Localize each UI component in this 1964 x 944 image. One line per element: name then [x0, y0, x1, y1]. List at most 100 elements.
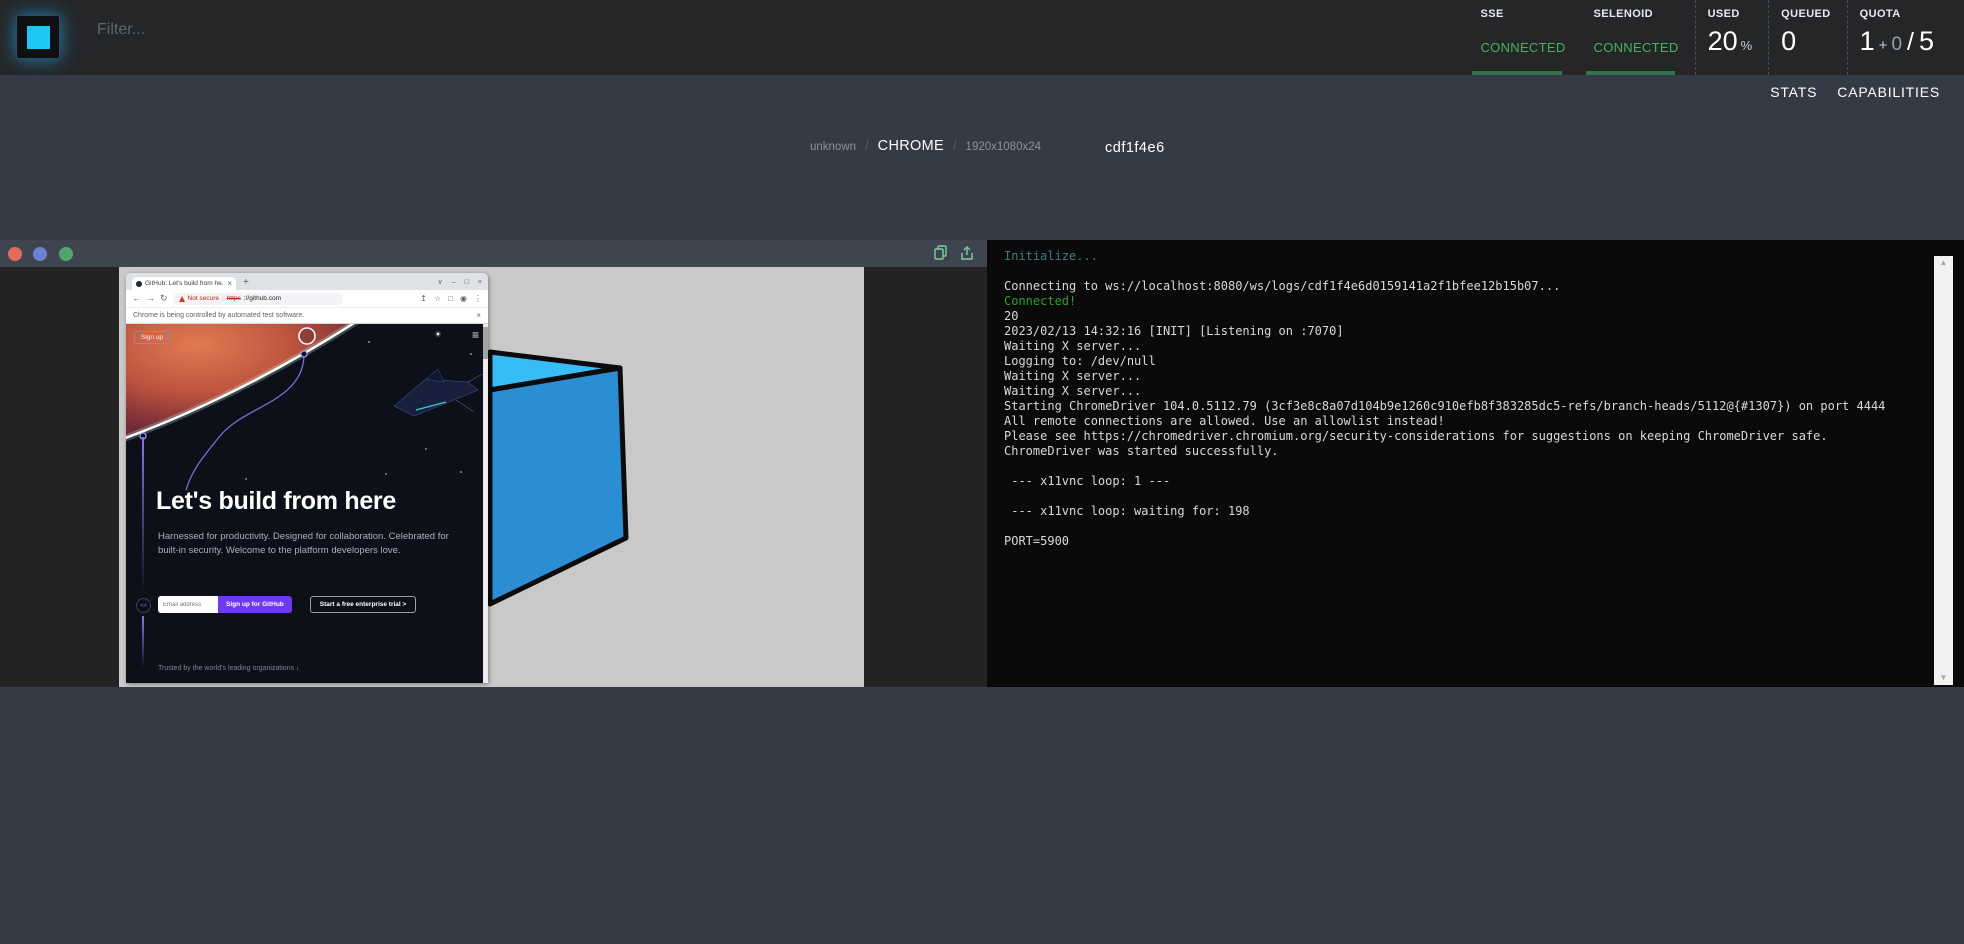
log-line: Waiting X server... [1004, 384, 1885, 399]
kebab-menu-icon[interactable]: ⋮ [474, 295, 482, 303]
tab-close-icon[interactable]: × [227, 280, 232, 288]
window-minimize-icon[interactable]: – [452, 279, 456, 286]
stat-quota-slash: / [1907, 28, 1914, 57]
url-divider: | [222, 295, 224, 302]
new-tab-button[interactable]: + [243, 278, 249, 288]
session-id[interactable]: cdf1f4e6 [1105, 140, 1165, 156]
signup-button[interactable]: Sign up [134, 331, 170, 344]
session-separator: / [953, 138, 957, 153]
spaceship-art [394, 369, 482, 416]
not-secure-label: Not secure [188, 295, 219, 302]
hero-heading: Let's build from here [156, 487, 396, 516]
log-line [1004, 459, 1885, 474]
profile-icon[interactable]: ◉ [460, 295, 467, 303]
trial-cta-button[interactable]: Start a free enterprise trial > [310, 596, 417, 613]
log-line: Waiting X server... [1004, 339, 1885, 354]
log-line: Initialize... [1004, 249, 1885, 264]
back-icon[interactable]: ← [132, 294, 141, 303]
browser-scrollbar[interactable] [483, 324, 488, 683]
window-close-icon[interactable]: × [478, 279, 482, 286]
window-menu-icon[interactable]: ∨ [438, 279, 443, 286]
browser-toolbar: ← → ↻ Not secure | https ://github.com ↥… [126, 290, 488, 307]
copy-icon[interactable] [934, 245, 947, 261]
hero-space-art [126, 324, 488, 494]
tab-preview-icon[interactable]: □ [448, 295, 453, 303]
github-hero: Sign up ≡ <> Let's build from here Harne… [126, 324, 488, 683]
stat-queued-label: QUEUED [1781, 8, 1830, 20]
hero-cta-row: Sign up for GitHub Start a free enterpri… [158, 596, 416, 613]
log-line [1004, 264, 1885, 279]
infobar-close-icon[interactable]: × [476, 311, 481, 320]
session-owner: unknown [810, 141, 856, 153]
hamburger-menu-icon[interactable]: ≡ [472, 328, 479, 342]
url-text: ://github.com [244, 295, 281, 302]
app-logo[interactable] [16, 15, 60, 59]
log-line: ChromeDriver was started successfully. [1004, 444, 1885, 459]
log-panel: Initialize... Connecting to ws://localho… [987, 240, 1964, 687]
tab-title: GitHub: Let's build from he... [145, 280, 224, 287]
stat-sse-label: SSE [1480, 8, 1565, 20]
browser-scrollbar-thumb[interactable] [483, 327, 488, 359]
top-bar: SSE CONNECTED SELENOID CONNECTED USED 20… [0, 0, 1964, 75]
log-line: Logging to: /dev/null [1004, 354, 1885, 369]
stat-quota-used: 1 [1860, 26, 1875, 57]
log-line: --- x11vnc loop: 1 --- [1004, 474, 1885, 489]
window-maximize-button[interactable] [59, 247, 73, 261]
window-close-button[interactable] [8, 247, 22, 261]
log-line: Starting ChromeDriver 104.0.5112.79 (3cf… [1004, 399, 1885, 414]
browser-tabstrip: GitHub: Let's build from he... × + ∨ – □… [126, 273, 488, 290]
stat-quota: QUOTA 1 + 0 / 5 [1847, 0, 1950, 75]
automation-infobar: Chrome is being controlled by automated … [126, 307, 488, 324]
automation-notice: Chrome is being controlled by automated … [133, 312, 304, 319]
warning-icon [179, 296, 185, 302]
signup-cta-button[interactable]: Sign up for GitHub [218, 596, 292, 613]
forward-icon[interactable]: → [146, 294, 155, 303]
stat-selenoid-label: SELENOID [1594, 8, 1679, 20]
hero-purple-line [142, 437, 144, 595]
bookmark-star-icon[interactable]: ☆ [434, 295, 441, 303]
status-stats-row: SSE CONNECTED SELENOID CONNECTED USED 20… [1468, 0, 1950, 75]
filter-input[interactable] [95, 20, 419, 40]
session-browser: CHROME [878, 138, 944, 154]
vnc-remote-screen[interactable]: GitHub: Let's build from he... × + ∨ – □… [119, 267, 864, 687]
stat-selenoid: SELENOID CONNECTED [1582, 0, 1695, 75]
email-field[interactable] [158, 596, 218, 613]
url-bar[interactable]: Not secure | https ://github.com [173, 293, 343, 305]
app-logo-square [27, 26, 50, 49]
log-line: Connecting to ws://localhost:8080/ws/log… [1004, 279, 1885, 294]
stat-quota-pending: 0 [1891, 34, 1902, 56]
upload-icon[interactable] [960, 245, 974, 261]
tab-capabilities[interactable]: CAPABILITIES [1837, 84, 1940, 100]
stat-sse: SSE CONNECTED [1468, 0, 1581, 75]
log-line: Waiting X server... [1004, 369, 1885, 384]
stat-used-unit: % [1741, 38, 1753, 53]
stat-used-value: 20 [1708, 26, 1738, 57]
window-minimize-button[interactable] [33, 247, 47, 261]
log-scrollbar[interactable]: ▲ ▼ [1934, 256, 1953, 685]
log-line: 20 [1004, 309, 1885, 324]
code-icon: <> [136, 598, 151, 613]
stat-quota-total: 5 [1919, 26, 1934, 57]
window-maximize-icon[interactable]: □ [465, 279, 469, 286]
scroll-up-icon[interactable]: ▲ [1940, 259, 1948, 267]
log-line: Connected! [1004, 294, 1885, 309]
session-row[interactable]: unknown / CHROME / 1920x1080x24 [810, 138, 1041, 154]
stat-used: USED 20 % [1695, 0, 1769, 75]
tab-stats[interactable]: STATS [1770, 84, 1817, 100]
share-icon[interactable]: ↥ [420, 295, 427, 303]
reload-icon[interactable]: ↻ [160, 294, 168, 303]
scroll-down-icon[interactable]: ▼ [1940, 674, 1948, 682]
log-lines: Initialize... Connecting to ws://localho… [1004, 249, 1885, 549]
stat-sse-value: CONNECTED [1480, 40, 1565, 55]
stat-sse-underline [1472, 71, 1561, 75]
log-line: Please see https://chromedriver.chromium… [1004, 429, 1885, 444]
stat-selenoid-value: CONNECTED [1594, 40, 1679, 55]
log-line: All remote connections are allowed. Use … [1004, 414, 1885, 429]
hero-purple-line [142, 616, 144, 668]
session-separator: / [865, 138, 869, 153]
remote-browser-window[interactable]: GitHub: Let's build from he... × + ∨ – □… [126, 273, 488, 683]
hero-footer-note: Trusted by the world's leading organizat… [158, 665, 300, 672]
log-line [1004, 519, 1885, 534]
browser-tab[interactable]: GitHub: Let's build from he... × [132, 277, 236, 290]
session-resolution: 1920x1080x24 [966, 141, 1041, 153]
